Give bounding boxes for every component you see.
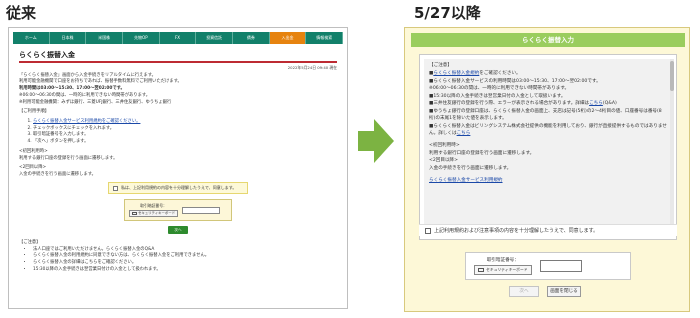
- new-note-text: ■ゆうちょ銀行の登録口座は、らくらく振替入金の画面上、支店は記号(5桁)の2〜4…: [429, 108, 662, 122]
- new-notes-panel: 【ご注意】 ■らくらく振替入金規約をご確認ください。 ■らくらく振替入金サービスの…: [419, 54, 677, 240]
- new-note-text: ■らくらく振替入金サービスの利用時間は03:00〜15:30、17:00〜翌02…: [429, 78, 601, 84]
- old-intro-line: 「らくらく振替入金」画面から入金手続きをリアルタイムに行えます。: [19, 72, 156, 78]
- old-note-item: 15:30以降の入金手続きは翌営業日付けの入金として扱われます。: [33, 267, 337, 273]
- old-pin-left: 取引暗証番号： セキュリティキーボード: [129, 203, 179, 217]
- old-nav-tab[interactable]: FX: [160, 32, 197, 44]
- new-note-item: ■三井住友銀行の登録を行う際、エラーが表示される場合があります。詳細はこちら(Q…: [429, 100, 667, 107]
- new-note-suffix: (Q&A): [602, 101, 617, 107]
- old-agree-row[interactable]: 私は、上記利用規約の内容を十分理解したうえで、同意します。: [108, 182, 248, 194]
- old-notes-heading: 【ご注意】: [19, 240, 41, 245]
- old-second-heading: <2回目以降>: [19, 165, 47, 171]
- new-note-item: ■らくらく振替入金サービスの利用時間は03:00〜15:30、17:00〜翌02…: [429, 78, 667, 85]
- new-button-row: 次へ 画面を閉じる: [509, 286, 581, 297]
- old-intro-line: ※利用可能金融機関：みずほ銀行、三菱UFJ銀行、三井住友銀行、ゆうちょ銀行: [19, 99, 172, 105]
- old-notes-list: 法人口座ではご利用いただけません。らくらく振替入金のQ&A らくらく振替入金の利…: [19, 247, 337, 273]
- old-body: らくらく振替入金 2022年5月24日 09:40 現在 「らくらく振替入金」画…: [9, 44, 347, 277]
- old-keyboard-button[interactable]: セキュリティキーボード: [129, 209, 179, 217]
- new-notes-heading: 【ご注意】: [429, 63, 452, 68]
- new-keyboard-button[interactable]: セキュリティキーボード: [474, 265, 532, 275]
- old-nav-tab[interactable]: 投資信託: [196, 32, 234, 44]
- new-pin-label: 取引暗証番号：: [486, 258, 519, 263]
- new-note-text: ■15:30以降の入金手続きは翌営業日付の入金として取扱います。: [429, 93, 566, 99]
- old-nav-tab[interactable]: 情報検索: [306, 32, 344, 44]
- old-note-item: らくらく振替入金の詳細はこちらをご確認ください。: [33, 260, 337, 266]
- new-note-item: ※06:00〜06:30の間は、一時的に利用できない時間帯があります。: [429, 85, 667, 92]
- old-note-item: 法人口座ではご利用いただけません。らくらく振替入金のQ&A: [33, 247, 337, 253]
- new-first-heading: <初回利用時>: [429, 143, 460, 149]
- keyboard-icon: [132, 211, 137, 215]
- old-intro-line: ※06:00〜06:30の間は、一時的に利用できない時間帯があります。: [19, 92, 151, 98]
- old-title-underline: [19, 61, 337, 64]
- old-second-text: 入金の手続きを行う画面に遷移します。: [19, 171, 96, 177]
- old-howto-heading: 【ご利用手順】: [19, 109, 50, 115]
- new-terms-link[interactable]: らくらく振替入金サービス利用規約: [429, 178, 503, 183]
- old-notes: 【ご注意】 法人口座ではご利用いただけません。らくらく振替入金のQ&A らくらく…: [19, 240, 337, 273]
- new-notes-list: ■らくらく振替入金規約をご確認ください。 ■らくらく振替入金サービスの利用時間は0…: [429, 70, 667, 137]
- old-howto-step: 「次へ」ボタンを押します。: [33, 139, 337, 145]
- after-label: 5/27以降: [414, 4, 481, 22]
- old-nav-tab[interactable]: 日本株: [50, 32, 87, 44]
- new-note-link[interactable]: こちら: [457, 131, 471, 136]
- new-agree-checkbox[interactable]: [425, 227, 431, 234]
- before-label: 従来: [6, 4, 37, 22]
- old-howto-step: チェックボックスにチェックを入れます。: [33, 126, 337, 132]
- new-next-button[interactable]: 次へ: [509, 286, 539, 297]
- old-page-title: らくらく振替入金: [19, 51, 75, 59]
- new-note-suffix: をご確認ください。: [479, 71, 521, 77]
- right-arrow-icon: [358, 119, 394, 163]
- old-next-button[interactable]: 次へ: [168, 226, 188, 234]
- new-screen: らくらく振替入力 【ご注意】 ■らくらく振替入金規約をご確認ください。 ■らくらく…: [404, 27, 690, 312]
- old-pin-box: 取引暗証番号： セキュリティキーボード: [124, 199, 232, 221]
- old-keyboard-label: セキュリティキーボード: [138, 210, 176, 215]
- new-note-text: ■三井住友銀行の登録を行う際、エラーが表示される場合があります。詳細は: [429, 101, 590, 107]
- old-intro-line: 利用時間は03:00〜15:30、17:00〜翌02:00です。: [19, 86, 125, 92]
- old-nav-tab[interactable]: 米国株: [86, 32, 124, 44]
- old-first-heading: <初回利用時>: [19, 148, 48, 154]
- new-second-heading: <2回目以降>: [429, 158, 458, 164]
- close-window-button[interactable]: 画面を閉じる: [547, 286, 581, 297]
- old-timestamp: 2022年5月24日 09:40 現在: [287, 65, 337, 71]
- old-nav-bar: ホーム 日本株 米国株 先物OP FX 投資信託 債券 入出金 情報検索: [13, 32, 344, 44]
- new-pin-input[interactable]: [539, 260, 582, 272]
- new-note-link[interactable]: こちら: [589, 101, 603, 106]
- new-agree-text: 上記利用規約および注意事項の内容を十分理解したうえで、同意します。: [434, 228, 599, 234]
- new-pin-left: 取引暗証番号： セキュリティキーボード: [474, 257, 532, 275]
- old-nav-tab[interactable]: ホーム: [13, 32, 50, 44]
- new-note-text: ※06:00〜06:30の間は、一時的に利用できない時間帯があります。: [429, 86, 570, 92]
- old-terms-link[interactable]: らくらく振替入金サービス利用規約をご確認ください。: [33, 119, 140, 124]
- old-pin-input[interactable]: [182, 206, 221, 214]
- new-note-item: ■ゆうちょ銀行の登録口座は、らくらく振替入金の画面上、支店は記号(5桁)の2〜4…: [429, 108, 667, 123]
- new-header: らくらく振替入力: [411, 33, 685, 47]
- new-note-link[interactable]: らくらく振替入金規約: [433, 71, 479, 76]
- new-pin-box: 取引暗証番号： セキュリティキーボード: [465, 252, 631, 280]
- old-howto-step: らくらく振替入金サービス利用規約をご確認ください。: [33, 119, 337, 125]
- old-intro-line: 利用可能金融機関で口座をお持ちであれば、振替手数料無料でご利用いただけます。: [19, 79, 182, 85]
- old-agree-text: 私は、上記利用規約の内容を十分理解したうえで、同意します。: [121, 185, 237, 191]
- old-pin-label: 取引暗証番号：: [140, 203, 167, 209]
- old-nav-tab[interactable]: 先物OP: [123, 32, 160, 44]
- old-first-text: 利用する銀行口座の登録を行う画面に遷移します。: [19, 155, 118, 161]
- new-keyboard-label: セキュリティキーボード: [486, 267, 528, 272]
- scrollbar-thumb[interactable]: [670, 61, 674, 91]
- old-note-item: らくらく振替入金の利用規約に同意できない方は、らくらく振替入金をご利用できません…: [33, 253, 337, 259]
- old-screen: ホーム 日本株 米国株 先物OP FX 投資信託 債券 入出金 情報検索 らくらく振替入金 20…: [8, 27, 348, 309]
- new-note-item: ■らくらく振替入金はビリングシステム株式会社提供の機能を利用しており、銀行が直接…: [429, 123, 667, 138]
- old-agree-checkbox[interactable]: [113, 185, 118, 191]
- new-notes-box: 【ご注意】 ■らくらく振替入金規約をご確認ください。 ■らくらく振替入金サービスの…: [424, 59, 672, 224]
- new-agree-row[interactable]: 上記利用規約および注意事項の内容を十分理解したうえで、同意します。: [419, 224, 677, 236]
- new-second-text: 入金の手続きを行う画面に遷移します。: [429, 165, 512, 171]
- old-howto-list: らくらく振替入金サービス利用規約をご確認ください。 チェックボックスにチェックを…: [19, 119, 337, 145]
- keyboard-icon: [478, 268, 484, 272]
- old-howto-step: 取引暗証番号を入力します。: [33, 132, 337, 138]
- new-note-item: ■らくらく振替入金規約をご確認ください。: [429, 70, 667, 77]
- new-first-text: 利用する銀行口座の登録を行う画面に遷移します。: [429, 150, 535, 156]
- old-nav-tab[interactable]: 入出金: [269, 32, 307, 44]
- new-note-item: ■15:30以降の入金手続きは翌営業日付の入金として取扱います。: [429, 93, 667, 100]
- old-nav-tab[interactable]: 債券: [233, 32, 270, 44]
